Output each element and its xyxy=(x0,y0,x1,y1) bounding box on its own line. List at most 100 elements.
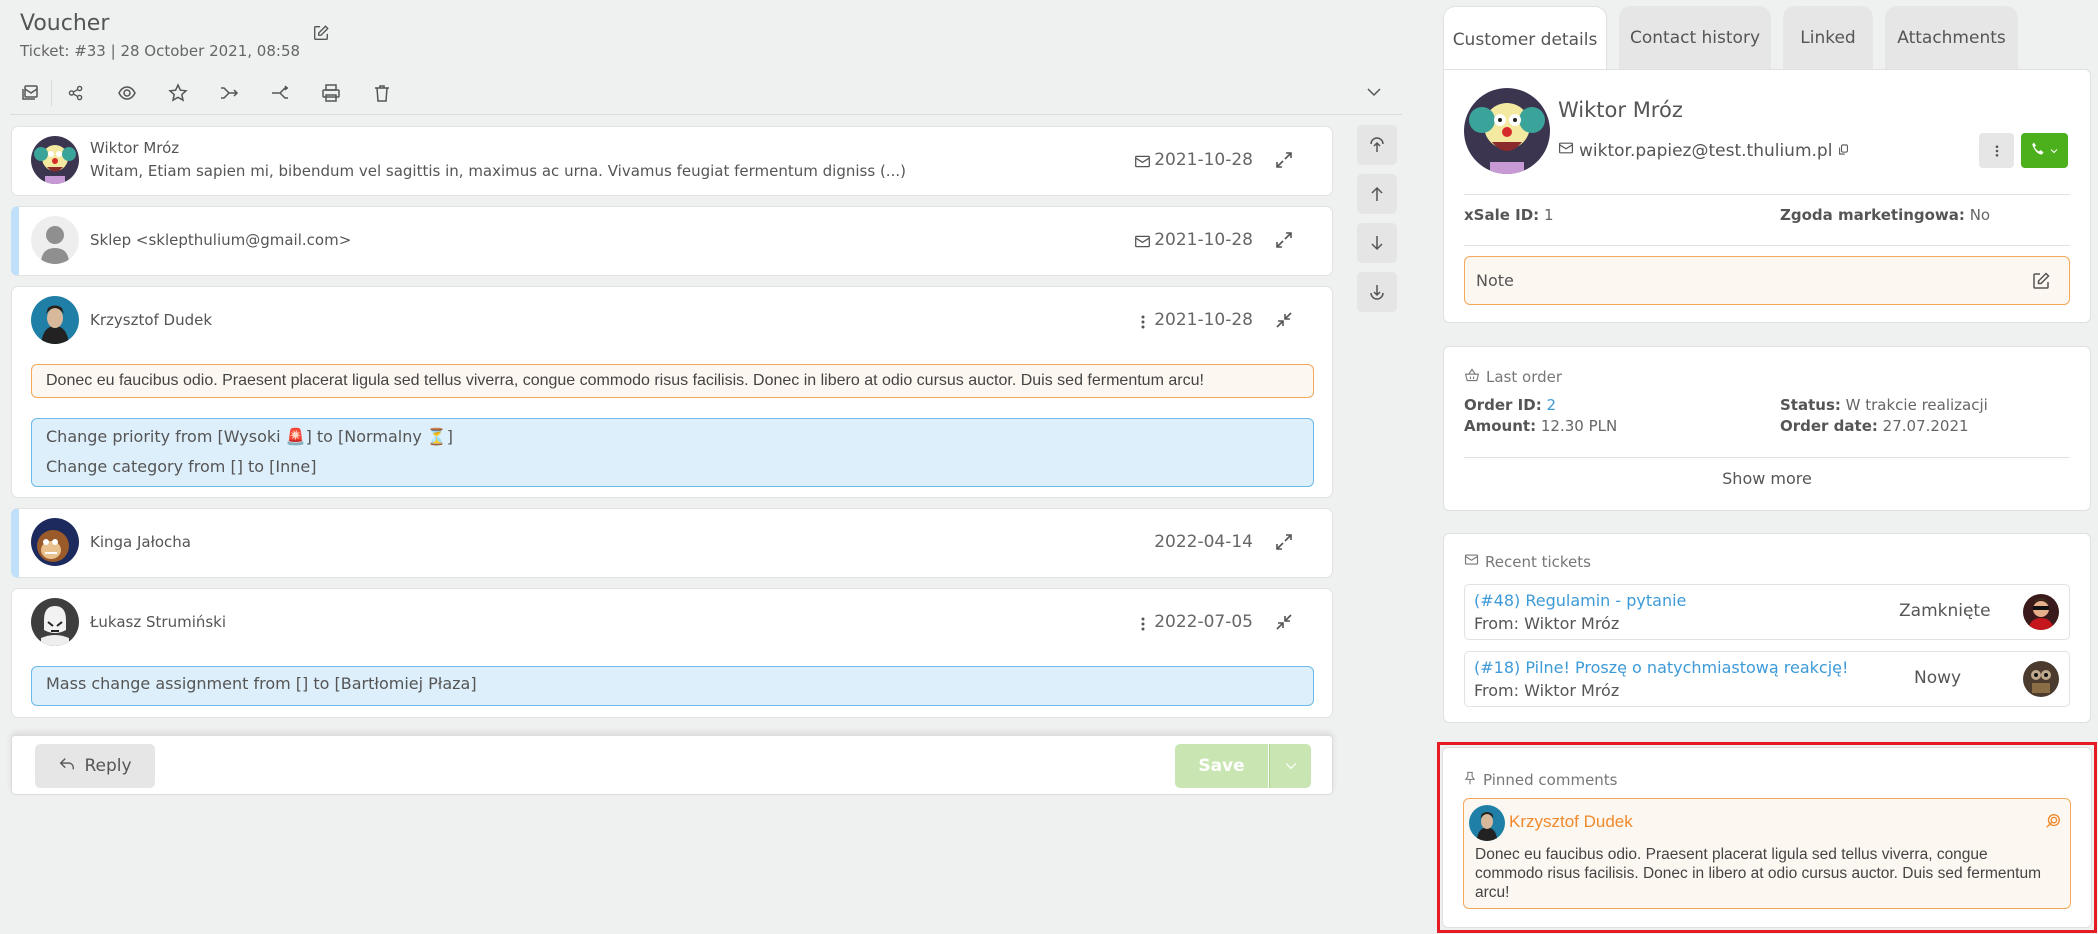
last-order-title: Last order xyxy=(1464,367,1562,387)
message-date: 2021-10-28 xyxy=(1154,230,1253,250)
reply-button[interactable]: Reply xyxy=(35,744,155,788)
mail-icon xyxy=(1134,233,1152,251)
message-item[interactable]: Kinga Jałocha 2022-04-14 xyxy=(11,508,1333,578)
highlight-outline xyxy=(1437,742,2097,933)
expand-icon[interactable] xyxy=(1274,532,1296,554)
note-label: Note xyxy=(1476,271,1514,290)
edit-note-icon[interactable] xyxy=(2031,271,2053,293)
customer-email[interactable]: wiktor.papiez@test.thulium.pl xyxy=(1579,141,1832,161)
collapse-icon[interactable] xyxy=(1274,612,1296,634)
toolbar-divider-line xyxy=(10,114,1402,115)
divider xyxy=(1464,457,2070,458)
avatar xyxy=(2023,661,2059,697)
marketing-consent: Zgoda marketingowa: No xyxy=(1780,206,1991,224)
show-more-button[interactable]: Show more xyxy=(1444,469,2090,488)
avatar xyxy=(31,296,79,344)
ticket-from: From: Wiktor Mróz xyxy=(1474,614,1620,633)
mail-icon xyxy=(1558,140,1574,161)
order-status: Status: W trakcie realizacji xyxy=(1780,396,1988,414)
tab-linked[interactable]: Linked xyxy=(1783,6,1873,70)
scroll-down-button[interactable] xyxy=(1357,223,1397,263)
order-id: Order ID: 2 xyxy=(1464,396,1557,414)
message-author: Kinga Jałocha xyxy=(90,533,191,551)
message-date: 2021-10-28 xyxy=(1154,310,1253,330)
xsale-id: xSale ID: 1 xyxy=(1464,206,1554,224)
basket-icon xyxy=(1464,367,1480,387)
ticket-subtitle: Ticket: #33 | 28 October 2021, 08:58 xyxy=(20,42,301,60)
ticket-item[interactable]: (#48) Regulamin - pytanie From: Wiktor M… xyxy=(1464,584,2070,640)
ticket-item[interactable]: (#18) Pilne! Proszę o natychmiastową rea… xyxy=(1464,651,2070,707)
expand-icon[interactable] xyxy=(1274,150,1296,172)
avatar xyxy=(31,216,79,264)
ticket-status: Nowy xyxy=(1914,668,1962,688)
message-date: 2021-10-28 xyxy=(1154,150,1253,170)
edit-title-icon[interactable] xyxy=(312,24,332,44)
mail-icon xyxy=(1464,552,1479,571)
trash-icon[interactable] xyxy=(366,78,398,108)
order-id-link[interactable]: 2 xyxy=(1547,396,1557,414)
customer-card: Wiktor Mróz wiktor.papiez@test.thulium.p… xyxy=(1443,69,2091,323)
change-line: Mass change assignment from [] to [Bartł… xyxy=(46,674,477,693)
avatar xyxy=(31,518,79,566)
avatar xyxy=(31,136,79,184)
message-item[interactable]: Wiktor Mróz Witam, Etiam sapien mi, bibe… xyxy=(11,126,1333,196)
reply-label: Reply xyxy=(84,756,132,776)
call-button[interactable] xyxy=(2021,133,2068,168)
split-icon[interactable] xyxy=(264,78,296,108)
expand-icon[interactable] xyxy=(1274,230,1296,252)
system-changes: Change priority from [Wysoki 🚨] to [Norm… xyxy=(31,418,1314,487)
scroll-up-button[interactable] xyxy=(1357,174,1397,214)
ticket-panel: Voucher Ticket: #33 | 28 October 2021, 0… xyxy=(0,0,1410,934)
print-icon[interactable] xyxy=(315,78,347,108)
message-item[interactable]: Sklep <sklepthulium@gmail.com> 2021-10-2… xyxy=(11,206,1333,276)
scroll-bottom-button[interactable] xyxy=(1357,272,1397,312)
copy-icon[interactable] xyxy=(1837,141,1850,161)
more-vertical-icon[interactable] xyxy=(1136,614,1150,634)
merge-icon[interactable] xyxy=(213,78,245,108)
order-date: Order date: 27.07.2021 xyxy=(1780,417,1969,435)
eye-icon[interactable] xyxy=(111,78,143,108)
ticket-title: Voucher xyxy=(20,11,110,36)
divider xyxy=(1464,194,2070,195)
customer-email-row: wiktor.papiez@test.thulium.pl xyxy=(1558,140,1850,161)
ticket-from: From: Wiktor Mróz xyxy=(1474,681,1620,700)
last-order-card: Last order Order ID: 2 Amount: 12.30 PLN… xyxy=(1443,346,2091,511)
customer-note[interactable]: Note xyxy=(1464,256,2070,305)
system-changes: Mass change assignment from [] to [Bartł… xyxy=(31,666,1314,706)
more-vertical-icon[interactable] xyxy=(1136,312,1150,332)
save-options-button[interactable] xyxy=(1269,744,1311,788)
phone-icon xyxy=(2030,141,2045,160)
recent-tickets-card: Recent tickets (#48) Regulamin - pytanie… xyxy=(1443,533,2091,723)
save-button[interactable]: Save xyxy=(1175,744,1268,788)
order-amount: Amount: 12.30 PLN xyxy=(1464,417,1618,435)
message-author: Łukasz Strumiński xyxy=(90,613,227,631)
scroll-top-button[interactable] xyxy=(1357,125,1397,165)
divider xyxy=(1464,245,2070,246)
avatar xyxy=(31,598,79,646)
details-tabs: Customer details Contact history Linked … xyxy=(1443,6,2030,72)
collapse-icon[interactable] xyxy=(1274,310,1296,332)
mail-stack-icon[interactable] xyxy=(14,78,46,108)
message-date: 2022-04-14 xyxy=(1154,532,1253,552)
message-item[interactable]: Łukasz Strumiński 2022-07-05 Mass change… xyxy=(11,588,1333,718)
ticket-title-link[interactable]: (#48) Regulamin - pytanie xyxy=(1474,591,1686,610)
toolbar-divider xyxy=(51,80,52,106)
tab-customer-details[interactable]: Customer details xyxy=(1443,6,1607,72)
tab-contact-history[interactable]: Contact history xyxy=(1619,6,1771,70)
customer-name: Wiktor Mróz xyxy=(1558,98,1683,122)
ticket-title-link[interactable]: (#18) Pilne! Proszę o natychmiastową rea… xyxy=(1474,658,1848,677)
message-item[interactable]: Krzysztof Dudek 2021-10-28 Donec eu fauc… xyxy=(11,286,1333,498)
change-line: Change priority from [Wysoki 🚨] to [Norm… xyxy=(46,427,454,446)
reply-bar: Reply Save xyxy=(11,735,1333,795)
internal-comment: Donec eu faucibus odio. Praesent placera… xyxy=(31,364,1314,398)
tab-attachments[interactable]: Attachments xyxy=(1885,6,2018,70)
star-icon[interactable] xyxy=(162,78,194,108)
message-author: Sklep <sklepthulium@gmail.com> xyxy=(90,231,352,249)
mail-icon xyxy=(1134,153,1152,171)
avatar xyxy=(2023,594,2059,630)
recent-tickets-title: Recent tickets xyxy=(1464,552,1591,571)
customer-more-button[interactable] xyxy=(1979,133,2014,168)
message-author: Krzysztof Dudek xyxy=(90,311,213,329)
share-icon[interactable] xyxy=(60,78,92,108)
chevron-down-icon[interactable] xyxy=(1364,82,1386,104)
